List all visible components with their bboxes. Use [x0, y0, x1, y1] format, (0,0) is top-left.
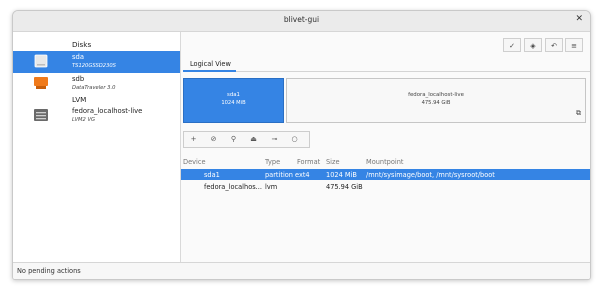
cell-mountpoint: /mnt/sysimage/boot, /mnt/sysroot/boot: [366, 171, 495, 179]
cell-format: ext4: [295, 171, 310, 179]
cell-device: sda1: [204, 171, 220, 179]
info-bulb-icon: ○: [291, 135, 298, 143]
apply-check-icon: ✓: [509, 42, 515, 50]
cell-type: lvm: [265, 183, 278, 191]
block-size: 1024 MiB: [221, 100, 246, 106]
sidebar-item-volume-group[interactable]: fedora_localhost-live LVM2 VG: [13, 105, 180, 127]
action-toolbar: + ⊘ ⚲ ⏏ ⊸ ○: [183, 131, 310, 148]
lvm-header: LVM: [72, 95, 87, 104]
logical-volume-icon: ⧉: [576, 109, 581, 117]
delete-button[interactable]: ⊘: [206, 132, 221, 147]
header-toolbar: ✓ ◈ ↶ ≡: [503, 38, 583, 52]
header-mountpoint[interactable]: Mountpoint: [366, 158, 403, 166]
add-icon: +: [190, 135, 197, 143]
delete-icon: ⊘: [210, 135, 217, 143]
close-icon[interactable]: ✕: [575, 14, 583, 24]
clear-button[interactable]: ◈: [524, 38, 542, 52]
sidebar-item-name: sda: [72, 53, 85, 61]
menu-button[interactable]: ≡: [565, 38, 583, 52]
header-size[interactable]: Size: [326, 158, 340, 166]
block-name: sda1: [227, 92, 240, 98]
partition-block-sda1[interactable]: sda1 1024 MiB: [183, 78, 284, 123]
add-button[interactable]: +: [186, 132, 201, 147]
clear-eraser-icon: ◈: [530, 42, 536, 50]
edit-button[interactable]: ⚲: [226, 132, 241, 147]
header-format[interactable]: Format: [297, 158, 320, 166]
header-device[interactable]: Device: [183, 158, 206, 166]
cell-device: fedora_localhos...: [204, 183, 262, 191]
block-name: fedora_localhost-live: [408, 92, 464, 98]
app-window: blivet-gui ✕ Disks sda TS120GSSD230S sdb…: [12, 10, 591, 280]
partition-block-lvm[interactable]: fedora_localhost-live 475.94 GiB ⧉: [286, 78, 586, 123]
unmount-icon: ⏏: [250, 135, 257, 143]
sidebar-item-name: sdb: [72, 75, 85, 83]
unmount-button[interactable]: ⏏: [246, 132, 261, 147]
cell-size: 1024 MiB: [326, 171, 357, 179]
cell-type: partition: [265, 171, 293, 179]
apply-button[interactable]: ✓: [503, 38, 521, 52]
sidebar-item-sda[interactable]: sda TS120GSSD230S: [13, 51, 180, 73]
sidebar-item-name: fedora_localhost-live: [72, 107, 143, 115]
decrypt-button[interactable]: ⊸: [267, 132, 282, 147]
table-row[interactable]: sda1 partition ext4 1024 MiB /mnt/sysima…: [181, 169, 590, 180]
decrypt-key-icon: ⊸: [271, 135, 278, 143]
disks-header: Disks: [72, 40, 92, 49]
tab-label: Logical View: [190, 60, 231, 68]
cell-size: 475.94 GiB: [326, 183, 363, 191]
window-title: blivet-gui: [283, 15, 320, 24]
main-panel: ✓ ◈ ↶ ≡ Logical View sda1 1024 MiB fedor…: [181, 32, 590, 262]
tab-active-indicator: [183, 70, 236, 72]
undo-button[interactable]: ↶: [545, 38, 563, 52]
status-bar: No pending actions: [13, 262, 590, 279]
usb-drive-icon: [34, 77, 48, 89]
block-size: 475.94 GiB: [421, 100, 451, 106]
list-header: Device Type Format Size Mountpoint: [181, 156, 590, 168]
device-sidebar: Disks sda TS120GSSD230S sdb DataTraveler…: [13, 32, 181, 262]
volume-group-icon: [34, 109, 48, 121]
status-text: No pending actions: [17, 267, 81, 275]
sidebar-item-subtitle: TS120GSSD230S: [72, 63, 116, 69]
menu-icon: ≡: [571, 42, 577, 50]
table-row[interactable]: fedora_localhos... lvm 475.94 GiB: [181, 181, 590, 192]
edit-icon: ⚲: [230, 135, 237, 143]
header-type[interactable]: Type: [265, 158, 280, 166]
undo-icon: ↶: [551, 42, 557, 50]
sidebar-item-subtitle: DataTraveler 3.0: [72, 85, 116, 91]
tab-divider: [183, 71, 590, 72]
sidebar-item-subtitle: LVM2 VG: [72, 117, 96, 123]
info-button[interactable]: ○: [287, 132, 302, 147]
titlebar: blivet-gui ✕: [13, 11, 590, 32]
harddisk-icon: [34, 54, 48, 68]
sidebar-item-sdb[interactable]: sdb DataTraveler 3.0: [13, 73, 180, 95]
